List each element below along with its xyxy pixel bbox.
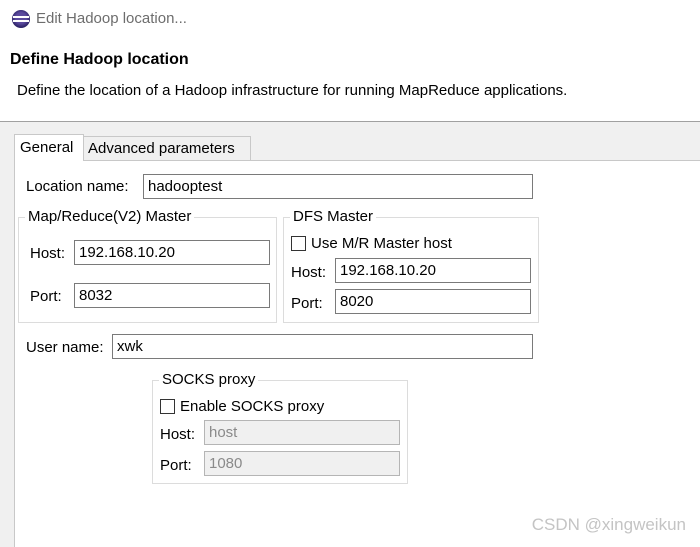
eclipse-icon: [12, 10, 30, 28]
header-title: Define Hadoop location: [10, 51, 189, 68]
enable-socks-checkbox[interactable]: [160, 399, 175, 414]
dfs-port-label: Port:: [291, 295, 323, 312]
dfs-host-label: Host:: [291, 264, 327, 281]
mr-port-field[interactable]: 8032: [74, 283, 270, 308]
socks-proxy-group: SOCKS proxy Enable SOCKS proxy Host: hos…: [152, 371, 408, 484]
mr-master-group: Map/Reduce(V2) Master Host: 192.168.10.2…: [18, 208, 277, 323]
window-title: Edit Hadoop location...: [36, 10, 187, 27]
mr-port-label: Port:: [30, 288, 62, 305]
general-panel: Location name: hadooptest Map/Reduce(V2)…: [14, 160, 700, 547]
dfs-master-title: DFS Master: [290, 208, 377, 225]
dfs-port-field[interactable]: 8020: [335, 289, 531, 314]
tab-advanced-parameters[interactable]: Advanced parameters: [84, 136, 251, 161]
use-mr-host-label: Use M/R Master host: [311, 235, 452, 252]
dialog-content: General Advanced parameters Location nam…: [0, 122, 700, 547]
dfs-master-group: DFS Master Use M/R Master host Host: 192…: [283, 208, 539, 323]
dfs-host-field[interactable]: 192.168.10.20: [335, 258, 531, 283]
tab-general[interactable]: General: [14, 134, 84, 161]
watermark: CSDN @xingweikun: [531, 515, 686, 534]
mr-host-field[interactable]: 192.168.10.20: [74, 240, 270, 265]
socks-host-field[interactable]: host: [204, 420, 400, 445]
title-bar: Edit Hadoop location...: [0, 0, 700, 40]
use-mr-host-checkbox[interactable]: [291, 236, 306, 251]
mr-master-title: Map/Reduce(V2) Master: [25, 208, 195, 225]
location-name-field[interactable]: hadooptest: [143, 174, 533, 199]
mr-host-label: Host:: [30, 245, 66, 262]
socks-host-label: Host:: [160, 426, 196, 443]
socks-proxy-title: SOCKS proxy: [159, 371, 259, 388]
header-description: Define the location of a Hadoop infrastr…: [17, 82, 568, 99]
enable-socks-label: Enable SOCKS proxy: [180, 398, 325, 415]
user-name-field[interactable]: xwk: [112, 334, 533, 359]
dialog-header: Define Hadoop location Define the locati…: [0, 40, 700, 122]
socks-port-field[interactable]: 1080: [204, 451, 400, 476]
socks-port-label: Port:: [160, 457, 192, 474]
user-name-label: User name:: [26, 339, 104, 356]
location-name-label: Location name:: [26, 178, 129, 195]
